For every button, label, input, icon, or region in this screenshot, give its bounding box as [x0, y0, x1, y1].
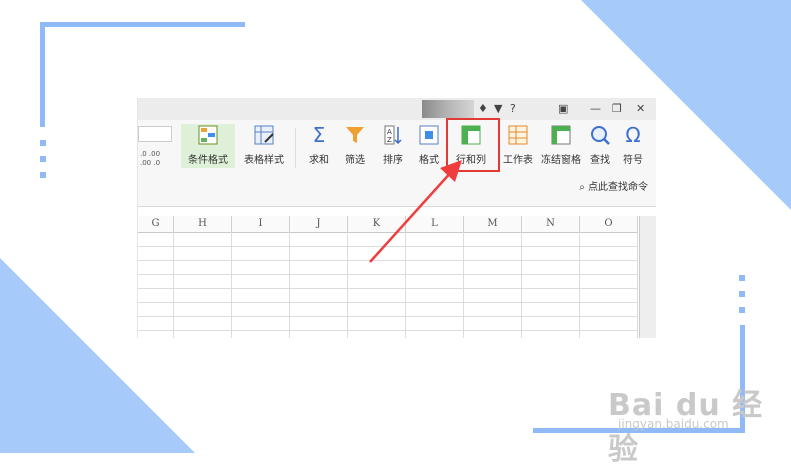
arrow-shaft	[369, 169, 454, 263]
arrow-head	[440, 160, 462, 182]
watermark-url: jingyan.baidu.com	[618, 417, 729, 431]
